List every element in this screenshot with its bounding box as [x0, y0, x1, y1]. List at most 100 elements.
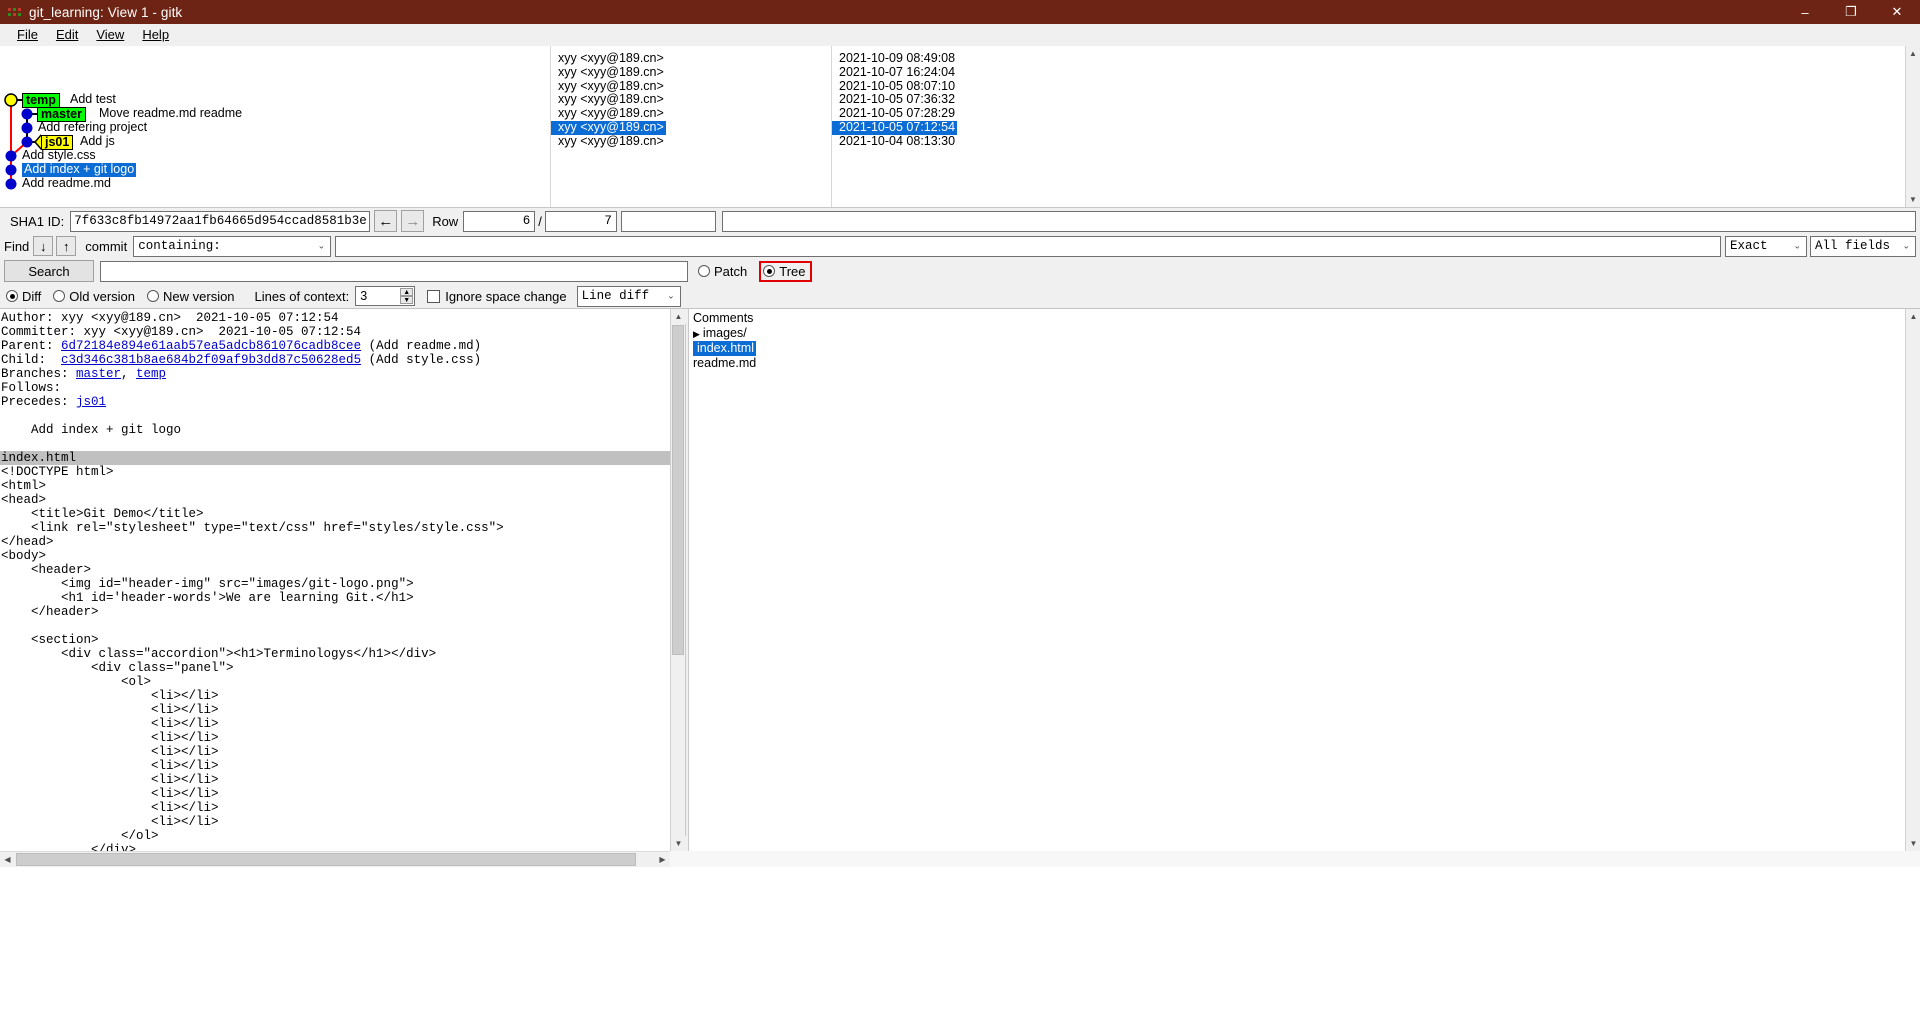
diff-author-line: Author: xyy <xyy@189.cn> 2021-10-05 07:1…	[1, 311, 339, 325]
ignore-space-checkbox[interactable]: Ignore space change	[427, 289, 567, 304]
sha1-input[interactable]	[70, 210, 371, 232]
menu-file[interactable]: File	[8, 26, 47, 43]
tree-title: Comments	[693, 311, 754, 325]
minimize-button[interactable]: –	[1782, 0, 1828, 24]
diff-file-line: <li></li>	[1, 815, 219, 829]
row-label: Row	[432, 213, 459, 229]
radio-new-version-label: New version	[163, 288, 235, 304]
radio-new-version[interactable]: New version	[147, 289, 235, 304]
find-match-mode-select[interactable]: Exact ⌄	[1725, 235, 1807, 257]
tree-item-readme-md[interactable]: readme.md	[689, 356, 1905, 371]
tree-pane[interactable]: Comments ▶ images/ index.html readme.md	[689, 309, 1905, 851]
menu-view[interactable]: View	[87, 26, 133, 43]
radio-old-version[interactable]: Old version	[53, 289, 135, 304]
radio-new-version-dot	[147, 290, 160, 302]
find-input[interactable]	[335, 235, 1721, 257]
hscroll-thumb[interactable]	[16, 853, 636, 866]
commit-author-column: xyy <xyy@189.cn> xyy <xyy@189.cn> xyy <x…	[551, 46, 832, 207]
diff-file-line: <li></li>	[1, 717, 219, 731]
triangle-right-icon[interactable]: ▶	[693, 327, 700, 342]
commit-message-1[interactable]: Move readme.md readme	[99, 106, 242, 121]
child-hash-link[interactable]: c3d346c381b8ae684b2f09af9b3dd87c50628ed5	[61, 353, 361, 367]
bottom-bar: ◀ ▶	[0, 851, 1920, 867]
diff-scroll-thumb[interactable]	[672, 325, 684, 655]
search-input[interactable]	[100, 260, 688, 282]
parent-label: Parent:	[1, 339, 62, 353]
menu-help[interactable]: Help	[133, 26, 178, 43]
commit-message-0[interactable]: Add test	[70, 92, 116, 107]
parent-note: (Add readme.md)	[361, 339, 482, 353]
maximize-button[interactable]: ❐	[1828, 0, 1874, 24]
parent-hash-link[interactable]: 6d72184e894e61aab57ea5adcb861076cadb8cee	[61, 339, 361, 353]
chevron-down-icon: ⌄	[317, 240, 326, 251]
tree-item-index-html[interactable]: index.html	[693, 341, 756, 356]
stepper-down-icon[interactable]: ▼	[400, 296, 414, 304]
diff-file-line: <li></li>	[1, 773, 219, 787]
tree-vertical-scrollbar[interactable]: ▲ ▼	[1905, 309, 1920, 851]
commit-message-6[interactable]: Add readme.md	[22, 176, 111, 191]
branch-label-temp[interactable]: temp	[22, 93, 60, 108]
scroll-down-icon[interactable]: ▼	[1905, 192, 1920, 207]
diff-horizontal-scrollbar[interactable]: ◀ ▶	[0, 851, 670, 867]
diff-file-line: <div class="panel">	[1, 661, 234, 675]
find-containing-select[interactable]: containing: ⌄	[133, 235, 332, 257]
commit-graph-column[interactable]: temp Add test master Move readme.md read…	[0, 46, 551, 207]
stepper-arrows[interactable]: ▲ ▼	[400, 288, 414, 304]
commit-message-2[interactable]: Add refering project	[38, 120, 147, 135]
close-button[interactable]: ✕	[1874, 0, 1920, 24]
menu-help-label: Help	[142, 27, 170, 42]
commit-message-3[interactable]: Add js	[80, 134, 115, 149]
radio-old-version-label: Old version	[69, 288, 136, 304]
radio-diff[interactable]: Diff	[6, 289, 41, 304]
diff-file-line: </head>	[1, 535, 54, 549]
commit-message-5[interactable]: Add index + git logo	[22, 162, 137, 177]
diff-file-line: </ol>	[1, 829, 159, 843]
view-mode-radiogroup: Patch Tree	[698, 260, 812, 282]
precedes-link-js01[interactable]: js01	[76, 395, 106, 409]
tree-mode-highlight-box: Tree	[759, 260, 812, 282]
search-button[interactable]: Search	[4, 260, 94, 282]
find-fields-select[interactable]: All fields ⌄	[1810, 235, 1916, 257]
diff-file-line: <title>Git Demo</title>	[1, 507, 204, 521]
commit-message-4[interactable]: Add style.css	[22, 148, 96, 163]
find-containing-value: containing:	[138, 239, 221, 253]
back-arrow-icon[interactable]: ←	[374, 210, 398, 232]
sha-wide-field[interactable]	[721, 210, 1916, 232]
diff-options-row: Diff Old version New version Lines of co…	[0, 284, 1920, 309]
find-prev-icon[interactable]: ↑	[56, 236, 77, 256]
tree-scroll-up-icon[interactable]: ▲	[1906, 309, 1920, 324]
radio-tree-label: Tree	[779, 263, 806, 279]
diff-file-line: <li></li>	[1, 703, 219, 717]
radio-tree[interactable]: Tree	[763, 263, 806, 279]
diff-file-line: <li></li>	[1, 731, 219, 745]
menu-edit[interactable]: Edit	[47, 26, 87, 43]
diff-vertical-scrollbar[interactable]: ▲ ▼	[670, 309, 686, 851]
lines-of-context-stepper[interactable]: 3 ▲ ▼	[355, 286, 416, 306]
diff-scroll-up-icon[interactable]: ▲	[671, 309, 686, 324]
diff-scroll-down-icon[interactable]: ▼	[671, 836, 686, 851]
radio-patch[interactable]: Patch	[698, 264, 747, 279]
chevron-down-icon: ⌄	[667, 290, 675, 301]
diff-parent-line: Parent: 6d72184e894e61aab57ea5adcb861076…	[0, 339, 670, 353]
diff-style-select[interactable]: Line diff ⌄	[576, 285, 681, 307]
commit-date-column: 2021-10-09 08:49:08 2021-10-07 16:24:04 …	[832, 46, 1905, 207]
tree-item-label: images/	[702, 326, 747, 340]
branch-link-master[interactable]: master	[76, 367, 121, 381]
diff-pane[interactable]: Author: xyy <xyy@189.cn> 2021-10-05 07:1…	[0, 309, 670, 851]
sha-extra-field[interactable]	[620, 210, 716, 232]
radio-patch-dot	[698, 265, 710, 277]
stepper-up-icon[interactable]: ▲	[400, 288, 414, 296]
radio-diff-dot	[6, 290, 18, 302]
find-next-icon[interactable]: ↓	[33, 236, 54, 256]
tree-item-images[interactable]: ▶ images/	[689, 326, 1905, 341]
commit-list-scrollbar[interactable]: ▲ ▼	[1905, 46, 1920, 207]
tree-scroll-down-icon[interactable]: ▼	[1906, 836, 1920, 851]
branch-link-temp[interactable]: temp	[136, 367, 166, 381]
diff-file-line: <link rel="stylesheet" type="text/css" h…	[1, 521, 504, 535]
row-current[interactable]: 6	[463, 210, 536, 232]
hscroll-left-icon[interactable]: ◀	[0, 852, 15, 867]
hscroll-right-icon[interactable]: ▶	[655, 852, 670, 867]
scroll-up-icon[interactable]: ▲	[1905, 46, 1920, 61]
precedes-label: Precedes:	[1, 395, 77, 409]
forward-arrow-icon[interactable]: →	[401, 210, 425, 232]
